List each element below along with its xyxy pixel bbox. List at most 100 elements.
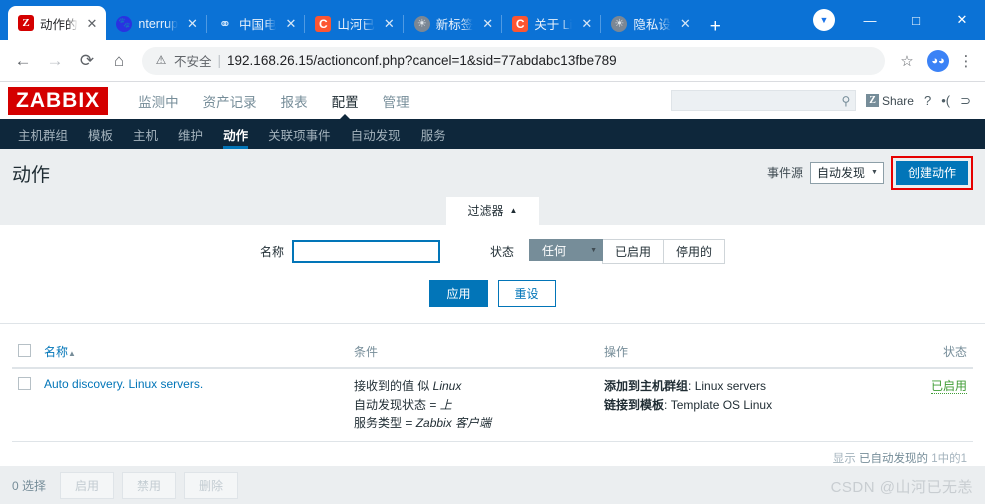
avatar[interactable]: ◕◕ [927,49,949,72]
share-label: Share [881,93,914,108]
close-icon[interactable]: ✕ [84,17,101,30]
filter-status-radioset: 任何 已启用 停用的 [529,239,726,264]
tab-separator [402,15,404,33]
selection-count: 0 选择 [12,478,47,493]
signout-icon[interactable]: ⊃ [960,93,971,109]
subnav-item-services[interactable]: 服务 [411,119,456,149]
page-title-bar: 动作 事件源 自动发现 创建动作 [0,149,985,197]
subnav-item-maintenance[interactable]: 维护 [168,119,213,149]
subnav-item-templates[interactable]: 模板 [78,119,123,149]
select-all-checkbox[interactable] [18,343,31,357]
browser-tab-7[interactable]: ☀ 隐私设 ✕ [600,7,699,40]
disable-button[interactable]: 禁用 [122,471,177,499]
bookmark-star-icon[interactable]: ☆ [893,52,921,70]
delete-button[interactable]: 删除 [184,471,239,499]
browser-menu-icon[interactable]: ⋮ [955,52,977,70]
apply-button[interactable]: 应用 [429,280,488,307]
warning-icon: ⚠ [155,52,167,67]
browser-tab-3[interactable]: ⚭ 中国电 ✕ [205,7,305,40]
create-action-button[interactable]: 创建动作 [895,160,968,186]
table-head: 名称▲ 条件 操作 状态 [12,336,973,369]
operation-label: 添加到主机群组 [604,379,689,393]
event-source-value: 自动发现 [816,166,865,181]
new-tab-button[interactable]: + [700,17,731,40]
close-icon[interactable]: ✕ [677,17,694,30]
sort-ascending-icon: ▲ [68,349,76,358]
create-action-highlight: 创建动作 [890,155,973,191]
condition-value: 上 [439,397,452,412]
browser-profile-avatar[interactable]: ▼ [813,9,835,31]
filter-status-any[interactable]: 任何 [529,239,603,261]
filter-actions: 应用 重设 [0,280,985,307]
subnav-item-event-correlation[interactable]: 关联项事件 [258,119,341,149]
subnav-item-actions[interactable]: 动作 [213,119,258,149]
table-header-row: 名称▲ 条件 操作 状态 [12,336,973,369]
column-status: 状态 [883,336,973,369]
enable-button[interactable]: 启用 [60,471,115,499]
table-row: Auto discovery. Linux servers. 接收到的值 似 L… [12,368,973,442]
browser-tab-2[interactable]: 🐾 nterrup ✕ [106,7,207,40]
user-settings-icon[interactable]: •( [941,93,950,108]
browser-tab-1[interactable]: Z 动作的 ✕ [8,6,107,40]
filter-status-enabled[interactable]: 已启用 [602,239,665,264]
browser-tab-5[interactable]: ☀ 新标签 ✕ [402,7,502,40]
row-status-cell: 已启用 [883,368,973,442]
filter-row: 名称 状态 任何 已启用 停用的 [0,239,985,264]
maximize-icon[interactable]: □ [893,4,939,36]
column-conditions: 条件 [348,336,598,369]
row-checkbox[interactable] [18,377,31,390]
column-name: 名称▲ [38,336,348,369]
subnav-item-hosts[interactable]: 主机 [123,119,168,149]
url-text: 192.168.26.15/actionconf.php?cancel=1&si… [227,53,617,68]
menu-item-administration[interactable]: 管理 [371,82,422,120]
action-name-link[interactable]: Auto discovery. Linux servers. [44,377,203,391]
csdn-icon: C [315,15,332,32]
menu-item-monitoring[interactable]: 监测中 [126,82,191,120]
subnav-item-host-groups[interactable]: 主机群组 [8,119,78,149]
menu-item-configuration[interactable]: 配置 [320,82,371,120]
browser-tab-6[interactable]: C 关于 Li ✕ [501,7,601,40]
subnav-item-discovery[interactable]: 自动发现 [341,119,411,149]
filter-status-disabled[interactable]: 停用的 [663,239,726,264]
address-bar[interactable]: ⚠ 不安全 | 192.168.26.15/actionconf.php?can… [142,46,885,75]
condition-prefix: 服务类型 = [354,416,416,431]
forward-icon[interactable]: → [40,46,70,76]
browser-tab-title: 山河已 [337,18,375,32]
zabbix-header: ZABBIX 监测中 资产记录 报表 配置 管理 ⚲ Z Share ? •( … [0,82,985,119]
help-icon[interactable]: ? [924,93,931,108]
omnibox-divider: | [217,53,222,68]
row-operations-cell: 添加到主机群组: Linux servers 链接到模板: Template O… [598,368,883,442]
status-badge[interactable]: 已启用 [930,379,967,394]
close-icon[interactable]: ✕ [578,17,595,30]
share-button[interactable]: Z Share [866,94,914,108]
search-input[interactable]: ⚲ [671,90,857,111]
footer-prefix: 显示 [832,452,856,465]
close-icon[interactable]: ✕ [282,17,299,30]
page-title: 动作 [12,164,51,186]
column-name-link[interactable]: 名称 [44,345,68,359]
back-icon[interactable]: ← [8,46,38,76]
close-icon[interactable]: ✕ [184,17,201,30]
filter-name-input[interactable] [291,240,440,263]
close-window-icon[interactable]: ✕ [939,4,985,36]
browser-tab-title: 中国电 [238,18,277,32]
filter-toggle[interactable]: 过滤器 ▲ [445,197,540,225]
reset-button[interactable]: 重设 [497,280,556,307]
close-icon[interactable]: ✕ [479,17,496,30]
reload-icon[interactable]: ⟳ [72,46,102,76]
minimize-icon[interactable]: — [847,4,893,36]
browser-tab-title: 新标签 [435,18,474,32]
menu-item-reports[interactable]: 报表 [269,82,320,120]
browser-tab-4[interactable]: C 山河已 ✕ [304,7,403,40]
window-controls: — □ ✕ [847,0,985,40]
table-body: Auto discovery. Linux servers. 接收到的值 似 L… [12,368,973,442]
menu-item-inventory[interactable]: 资产记录 [191,82,269,120]
home-icon[interactable]: ⌂ [104,46,134,76]
browser-tab-title: 隐私设 [633,18,671,32]
event-source-select[interactable]: 自动发现 [809,161,884,184]
browser-tab-title: 关于 Li [534,18,573,32]
telecom-icon: ⚭ [218,15,232,33]
operation-line: 添加到主机群组: Linux servers [604,379,767,393]
watermark: CSDN @山河已无恙 [830,479,973,496]
close-icon[interactable]: ✕ [381,17,398,30]
